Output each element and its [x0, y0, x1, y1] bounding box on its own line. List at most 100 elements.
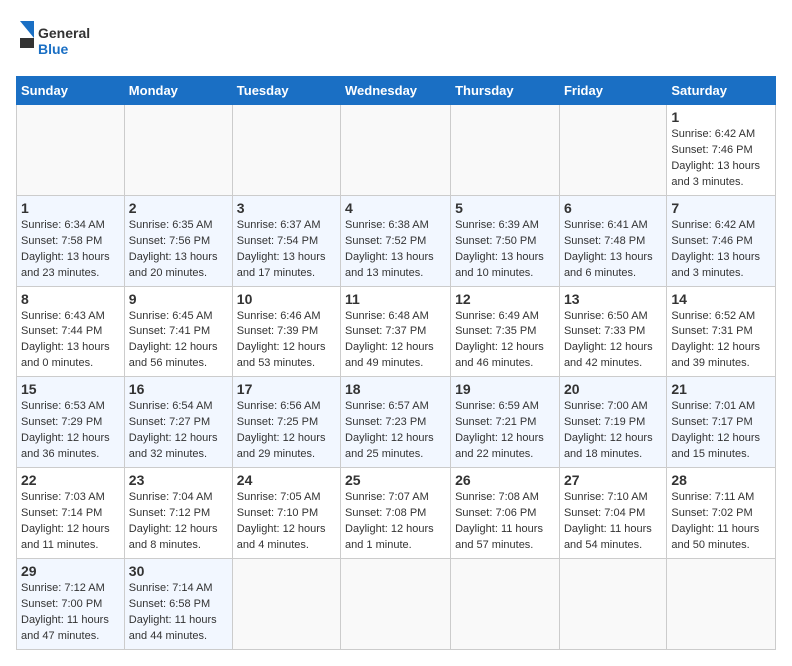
day-number: 22: [21, 472, 120, 488]
calendar-cell: 5Sunrise: 6:39 AMSunset: 7:50 PMDaylight…: [451, 195, 560, 286]
calendar-week-4: 15 Sunrise: 6:53 AMSunset: 7:29 PMDayligh…: [17, 377, 776, 468]
day-info: Sunrise: 6:53 AMSunset: 7:29 PMDaylight:…: [21, 399, 120, 463]
day-info: Sunrise: 7:11 AMSunset: 7:02 PMDaylight:…: [671, 490, 771, 554]
day-info: Sunrise: 7:01 AMSunset: 7:17 PMDaylight:…: [671, 399, 771, 463]
day-number: 19: [455, 381, 555, 397]
calendar-week-3: 8 Sunrise: 6:43 AMSunset: 7:44 PMDaylight…: [17, 286, 776, 377]
day-number: 16: [129, 381, 228, 397]
day-number: 1: [21, 200, 120, 216]
day-number: 30: [129, 563, 228, 579]
calendar-cell: 16 Sunrise: 6:54 AMSunset: 7:27 PMDayligh…: [124, 377, 232, 468]
calendar-cell: 11 Sunrise: 6:48 AMSunset: 7:37 PMDayligh…: [341, 286, 451, 377]
day-info: Sunrise: 6:43 AMSunset: 7:44 PMDaylight:…: [21, 309, 120, 373]
day-info: Sunrise: 6:48 AMSunset: 7:37 PMDaylight:…: [345, 309, 446, 373]
day-number: 26: [455, 472, 555, 488]
day-info: Sunrise: 6:45 AMSunset: 7:41 PMDaylight:…: [129, 309, 228, 373]
calendar-cell: 25Sunrise: 7:07 AMSunset: 7:08 PMDayligh…: [341, 468, 451, 559]
calendar-cell: 23Sunrise: 7:04 AMSunset: 7:12 PMDayligh…: [124, 468, 232, 559]
day-info: Sunrise: 7:00 AMSunset: 7:19 PMDaylight:…: [564, 399, 662, 463]
calendar-cell: 14 Sunrise: 6:52 AMSunset: 7:31 PMDayligh…: [667, 286, 776, 377]
calendar-cell: 2 Sunrise: 6:35 AMSunset: 7:56 PMDaylight…: [124, 195, 232, 286]
calendar-cell: 6 Sunrise: 6:41 AMSunset: 7:48 PMDaylight…: [559, 195, 666, 286]
day-number: 18: [345, 381, 446, 397]
calendar-cell: [451, 105, 560, 196]
day-info: Sunrise: 6:59 AMSunset: 7:21 PMDaylight:…: [455, 399, 555, 463]
day-number: 21: [671, 381, 771, 397]
calendar-cell: 20 Sunrise: 7:00 AMSunset: 7:19 PMDayligh…: [559, 377, 666, 468]
day-info: Sunrise: 6:46 AMSunset: 7:39 PMDaylight:…: [237, 309, 336, 373]
calendar-cell: [559, 558, 666, 649]
day-number: 4: [345, 200, 446, 216]
calendar-cell: 29Sunrise: 7:12 AMSunset: 7:00 PMDayligh…: [17, 558, 125, 649]
day-info: Sunrise: 6:39 AMSunset: 7:50 PMDaylight:…: [455, 218, 555, 282]
calendar-cell: [232, 558, 340, 649]
day-info: Sunrise: 6:57 AMSunset: 7:23 PMDaylight:…: [345, 399, 446, 463]
logo: General Blue: [16, 16, 106, 66]
page-header: General Blue: [16, 16, 776, 66]
day-number: 3: [237, 200, 336, 216]
day-number: 27: [564, 472, 662, 488]
day-info: Sunrise: 7:10 AMSunset: 7:04 PMDaylight:…: [564, 490, 662, 554]
calendar-cell: 1 Sunrise: 6:34 AMSunset: 7:58 PMDaylight…: [17, 195, 125, 286]
calendar-cell: 30 Sunrise: 7:14 AMSunset: 6:58 PMDayligh…: [124, 558, 232, 649]
day-info: Sunrise: 6:52 AMSunset: 7:31 PMDaylight:…: [671, 309, 771, 373]
calendar-cell: 22 Sunrise: 7:03 AMSunset: 7:14 PMDayligh…: [17, 468, 125, 559]
day-number: 2: [129, 200, 228, 216]
svg-text:General: General: [38, 25, 90, 41]
day-info: Sunrise: 7:03 AMSunset: 7:14 PMDaylight:…: [21, 490, 120, 554]
header-day-thursday: Thursday: [451, 77, 560, 105]
day-number: 7: [671, 200, 771, 216]
day-number: 11: [345, 291, 446, 307]
day-info: Sunrise: 6:54 AMSunset: 7:27 PMDaylight:…: [129, 399, 228, 463]
calendar-cell: 7Sunrise: 6:42 AMSunset: 7:46 PMDaylight…: [667, 195, 776, 286]
day-number: 17: [237, 381, 336, 397]
calendar-cell: 10 Sunrise: 6:46 AMSunset: 7:39 PMDayligh…: [232, 286, 340, 377]
logo-svg: General Blue: [16, 16, 106, 66]
calendar-cell: 3 Sunrise: 6:37 AMSunset: 7:54 PMDaylight…: [232, 195, 340, 286]
day-number: 25: [345, 472, 446, 488]
day-info: Sunrise: 6:50 AMSunset: 7:33 PMDaylight:…: [564, 309, 662, 373]
header-row: SundayMondayTuesdayWednesdayThursdayFrid…: [17, 77, 776, 105]
day-info: Sunrise: 6:42 AMSunset: 7:46 PMDaylight:…: [671, 127, 771, 191]
header-day-sunday: Sunday: [17, 77, 125, 105]
calendar-cell: 15 Sunrise: 6:53 AMSunset: 7:29 PMDayligh…: [17, 377, 125, 468]
calendar-week-6: 29Sunrise: 7:12 AMSunset: 7:00 PMDayligh…: [17, 558, 776, 649]
header-day-saturday: Saturday: [667, 77, 776, 105]
calendar-cell: 12Sunrise: 6:49 AMSunset: 7:35 PMDayligh…: [451, 286, 560, 377]
calendar-week-5: 22 Sunrise: 7:03 AMSunset: 7:14 PMDayligh…: [17, 468, 776, 559]
calendar-cell: 8 Sunrise: 6:43 AMSunset: 7:44 PMDaylight…: [17, 286, 125, 377]
calendar-cell: 24Sunrise: 7:05 AMSunset: 7:10 PMDayligh…: [232, 468, 340, 559]
day-number: 9: [129, 291, 228, 307]
day-number: 1: [671, 109, 771, 125]
day-info: Sunrise: 7:14 AMSunset: 6:58 PMDaylight:…: [129, 581, 228, 645]
day-number: 13: [564, 291, 662, 307]
day-info: Sunrise: 7:12 AMSunset: 7:00 PMDaylight:…: [21, 581, 120, 645]
header-day-tuesday: Tuesday: [232, 77, 340, 105]
header-day-wednesday: Wednesday: [341, 77, 451, 105]
day-info: Sunrise: 7:04 AMSunset: 7:12 PMDaylight:…: [129, 490, 228, 554]
header-day-friday: Friday: [559, 77, 666, 105]
calendar-cell: 1 Sunrise: 6:42 AMSunset: 7:46 PMDaylight…: [667, 105, 776, 196]
day-number: 8: [21, 291, 120, 307]
calendar-cell: [124, 105, 232, 196]
calendar-cell: 28Sunrise: 7:11 AMSunset: 7:02 PMDayligh…: [667, 468, 776, 559]
day-number: 14: [671, 291, 771, 307]
calendar-cell: 26 Sunrise: 7:08 AMSunset: 7:06 PMDayligh…: [451, 468, 560, 559]
day-info: Sunrise: 6:38 AMSunset: 7:52 PMDaylight:…: [345, 218, 446, 282]
calendar-cell: [559, 105, 666, 196]
day-number: 20: [564, 381, 662, 397]
day-info: Sunrise: 7:08 AMSunset: 7:06 PMDaylight:…: [455, 490, 555, 554]
day-info: Sunrise: 6:35 AMSunset: 7:56 PMDaylight:…: [129, 218, 228, 282]
day-info: Sunrise: 6:37 AMSunset: 7:54 PMDaylight:…: [237, 218, 336, 282]
calendar-cell: 27 Sunrise: 7:10 AMSunset: 7:04 PMDayligh…: [559, 468, 666, 559]
calendar-cell: 13 Sunrise: 6:50 AMSunset: 7:33 PMDayligh…: [559, 286, 666, 377]
day-number: 6: [564, 200, 662, 216]
calendar-cell: 21 Sunrise: 7:01 AMSunset: 7:17 PMDayligh…: [667, 377, 776, 468]
day-number: 15: [21, 381, 120, 397]
day-number: 10: [237, 291, 336, 307]
day-info: Sunrise: 6:34 AMSunset: 7:58 PMDaylight:…: [21, 218, 120, 282]
day-info: Sunrise: 6:41 AMSunset: 7:48 PMDaylight:…: [564, 218, 662, 282]
calendar-cell: [341, 558, 451, 649]
day-info: Sunrise: 6:56 AMSunset: 7:25 PMDaylight:…: [237, 399, 336, 463]
calendar-cell: 17 Sunrise: 6:56 AMSunset: 7:25 PMDayligh…: [232, 377, 340, 468]
